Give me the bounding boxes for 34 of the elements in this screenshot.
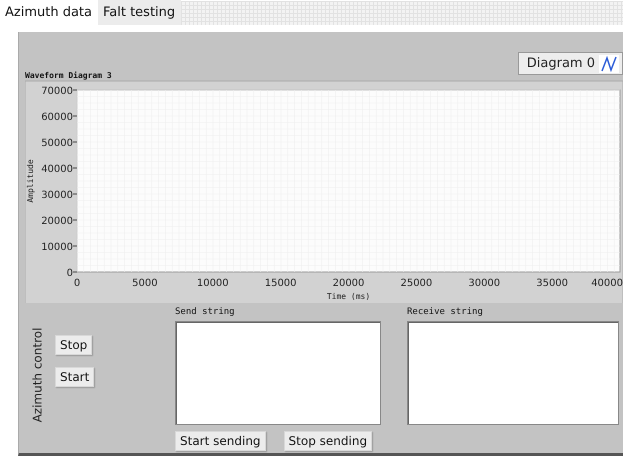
y-tick-label: 60000: [41, 112, 78, 123]
plot-legend[interactable]: Diagram 0: [518, 52, 623, 75]
waveform-icon: [599, 54, 619, 72]
x-tick-label: 15000: [264, 278, 297, 289]
send-field[interactable]: [175, 320, 381, 425]
y-axis-label: Amplitude: [26, 159, 35, 203]
x-tick-label: 30000: [468, 278, 500, 289]
y-tick-label: 40000: [41, 164, 78, 175]
x-tick-label: 0: [74, 278, 80, 289]
send-button[interactable]: Start sending: [175, 430, 266, 451]
y-tick-label: 20000: [41, 216, 78, 227]
x-tick-label: 20000: [332, 278, 364, 289]
tab[interactable]: Falt testing: [98, 0, 182, 25]
y-tick-label: 50000: [41, 138, 78, 149]
section-label: Azimuth control: [30, 327, 44, 422]
field-label: Send string: [175, 306, 236, 319]
control-button[interactable]: Stop: [55, 334, 92, 355]
y-tick-label: 0: [66, 268, 78, 279]
x-tick-label: 10000: [196, 278, 229, 289]
y-tick-label: 70000: [41, 86, 78, 97]
x-tick-label: 35000: [536, 278, 568, 289]
chart-title: Waveform Diagram 3: [25, 71, 112, 80]
send-button[interactable]: Stop sending: [284, 430, 372, 451]
x-tick-label: 40000: [591, 278, 623, 289]
y-tick-label: 0: [66, 268, 73, 279]
receive-field[interactable]: [407, 320, 619, 425]
y-tick-label: 10000: [41, 242, 78, 253]
field-label: Receive string: [407, 306, 484, 319]
x-axis-label: Time (ms): [326, 292, 370, 301]
x-tick-label: 5000: [132, 278, 158, 289]
y-tick-label: 30000: [41, 190, 78, 201]
control-button[interactable]: Start: [55, 366, 94, 387]
legend-label: Diagram 0: [526, 56, 595, 71]
x-tick-label: 25000: [400, 278, 432, 289]
